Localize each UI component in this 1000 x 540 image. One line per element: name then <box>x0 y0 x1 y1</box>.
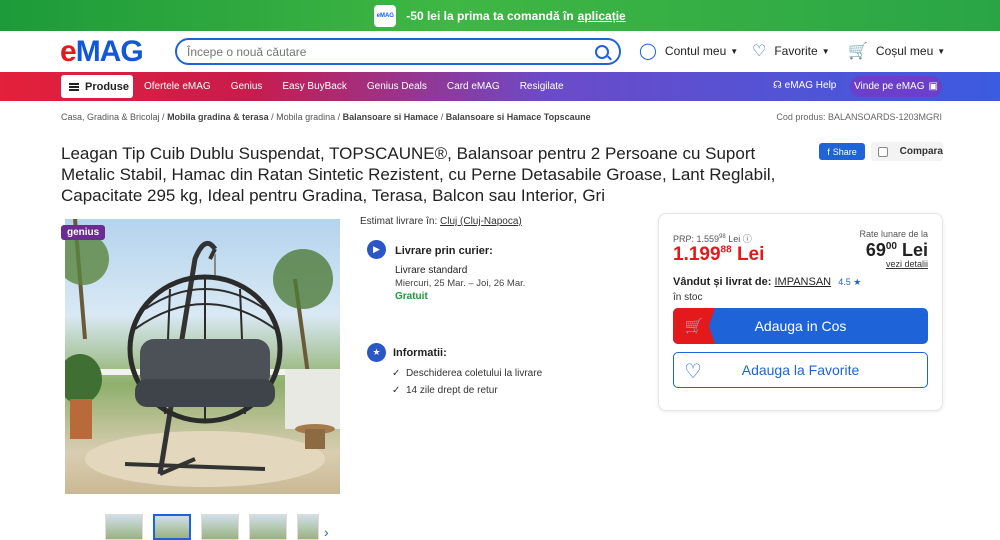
search-icon[interactable] <box>595 44 609 59</box>
add-to-favorites-button[interactable]: ♡ Adauga la Favorite <box>673 352 928 388</box>
cart-menu[interactable]: 🛒 Coșul meu ▼ <box>848 41 945 61</box>
thumbnail[interactable] <box>105 514 143 540</box>
star-icon: ★ <box>367 343 386 362</box>
compare-button[interactable]: Compara <box>871 142 943 161</box>
search-input[interactable] <box>187 44 595 59</box>
delivery-standard: Livrare standard <box>395 265 468 276</box>
check-icon: ✓ <box>392 368 401 379</box>
hanging-chair-illustration <box>65 219 340 487</box>
emag-logo[interactable]: eMAG <box>60 36 144 68</box>
heart-icon: ♡ <box>752 43 767 60</box>
chevron-down-icon: ▼ <box>730 46 739 56</box>
facebook-icon: f <box>827 146 830 157</box>
chevron-right-icon[interactable]: › <box>324 524 329 540</box>
check-icon: ✓ <box>392 385 401 396</box>
breadcrumb-item[interactable]: Balansoare si Hamace <box>343 112 439 122</box>
thumbnail-strip <box>105 514 329 540</box>
genius-badge: genius <box>61 225 106 240</box>
delivery-free: Gratuit <box>395 291 428 302</box>
nav-links: Ofertele eMAG Genius Easy BuyBack Genius… <box>144 72 584 101</box>
thumbnail[interactable] <box>297 514 319 540</box>
chevron-down-icon: ▼ <box>821 46 830 56</box>
installment-details-link[interactable]: vezi detalii <box>886 259 928 269</box>
headset-icon: ☊ <box>773 80 785 91</box>
thumbnail[interactable] <box>249 514 287 540</box>
info-icon: ⓘ <box>742 234 752 244</box>
star-icon: ★ <box>853 277 862 287</box>
courier-heading: Livrare prin curier: <box>395 245 493 257</box>
delivery-estimate: Estimat livrare în: Cluj (Cluj-Napoca) <box>360 216 522 227</box>
promo-app-link[interactable]: aplicație <box>578 9 626 23</box>
account-menu[interactable]: ◯ Contul meu ▼ <box>639 41 738 61</box>
product-title: Leagan Tip Cuib Dublu Suspendat, TOPSCAU… <box>61 144 776 205</box>
info-item: ✓ 14 zile drept de retur <box>392 385 498 396</box>
help-link[interactable]: ☊ eMAG Help <box>773 80 836 91</box>
breadcrumb-item[interactable]: Mobila gradina <box>276 112 335 122</box>
nav-link[interactable]: Easy BuyBack <box>282 81 346 92</box>
store-icon: ▣ <box>928 81 938 92</box>
nav-link[interactable]: Genius <box>231 81 263 92</box>
product-image[interactable] <box>65 219 340 494</box>
compare-checkbox[interactable] <box>878 146 888 157</box>
seller-link[interactable]: IMPANSAN <box>774 276 831 288</box>
product-code: Cod produs: BALANSOARDS-1203MGRI <box>776 112 942 122</box>
thumbnail-active[interactable] <box>153 514 191 540</box>
breadcrumb-item[interactable]: Balansoare si Hamace Topscaune <box>446 112 591 122</box>
stock-status: în stoc <box>673 292 703 303</box>
seller-info: Vândut și livrat de: IMPANSAN 4.5 ★ <box>673 276 862 288</box>
cart-icon: 🛒 <box>848 43 868 60</box>
user-icon: ◯ <box>639 43 657 60</box>
promo-text: -50 lei la prima ta comandă în <box>406 8 574 23</box>
sell-button[interactable]: Vinde pe eMAG ▣ <box>850 76 942 97</box>
emag-app-icon: eMAG <box>374 4 397 27</box>
produse-button[interactable]: Produse <box>61 75 133 98</box>
menu-icon <box>69 82 79 91</box>
info-item: ✓ Deschiderea coletului la livrare <box>392 368 543 379</box>
product-price: 1.19988 Lei <box>673 244 765 265</box>
nav-link[interactable]: Genius Deals <box>367 81 427 92</box>
installment-price: 6900 Lei <box>865 240 928 260</box>
thumbnail[interactable] <box>201 514 239 540</box>
share-button[interactable]: f Share <box>819 143 865 160</box>
seller-rating: 4.5 ★ <box>838 277 862 287</box>
main-nav: Produse Ofertele eMAG Genius Easy BuyBac… <box>0 72 1000 101</box>
promo-banner[interactable]: eMAG -50 lei la prima ta comandă în apli… <box>0 0 1000 31</box>
nav-link[interactable]: Resigilate <box>520 81 564 92</box>
delivery-dates: Miercuri, 25 Mar. – Joi, 26 Mar. <box>395 278 526 289</box>
search-bar[interactable] <box>175 38 621 65</box>
favorites-menu[interactable]: ♡ Favorite ▼ <box>752 41 830 61</box>
add-to-cart-button[interactable]: 🛒 Adauga in Cos <box>673 308 928 344</box>
site-header: eMAG ◯ Contul meu▼ ♡ Favorite▼ 🛒 Coșul m… <box>0 31 1000 72</box>
info-heading: Informatii: <box>393 347 447 359</box>
installment-label: Rate lunare de la <box>859 229 928 239</box>
breadcrumb: Casa, Gradina & Bricolaj / Mobila gradin… <box>61 112 591 122</box>
cart-icon: 🛒 <box>673 308 715 344</box>
location-link[interactable]: Cluj (Cluj-Napoca) <box>440 216 522 227</box>
nav-link[interactable]: Card eMAG <box>447 81 500 92</box>
nav-link[interactable]: Ofertele eMAG <box>144 81 211 92</box>
breadcrumb-item[interactable]: Mobila gradina & terasa <box>167 112 269 122</box>
breadcrumb-item[interactable]: Casa, Gradina & Bricolaj <box>61 112 160 122</box>
heart-icon: ♡ <box>684 361 702 383</box>
truck-icon: ▶ <box>367 240 386 259</box>
chevron-down-icon: ▼ <box>937 46 946 56</box>
